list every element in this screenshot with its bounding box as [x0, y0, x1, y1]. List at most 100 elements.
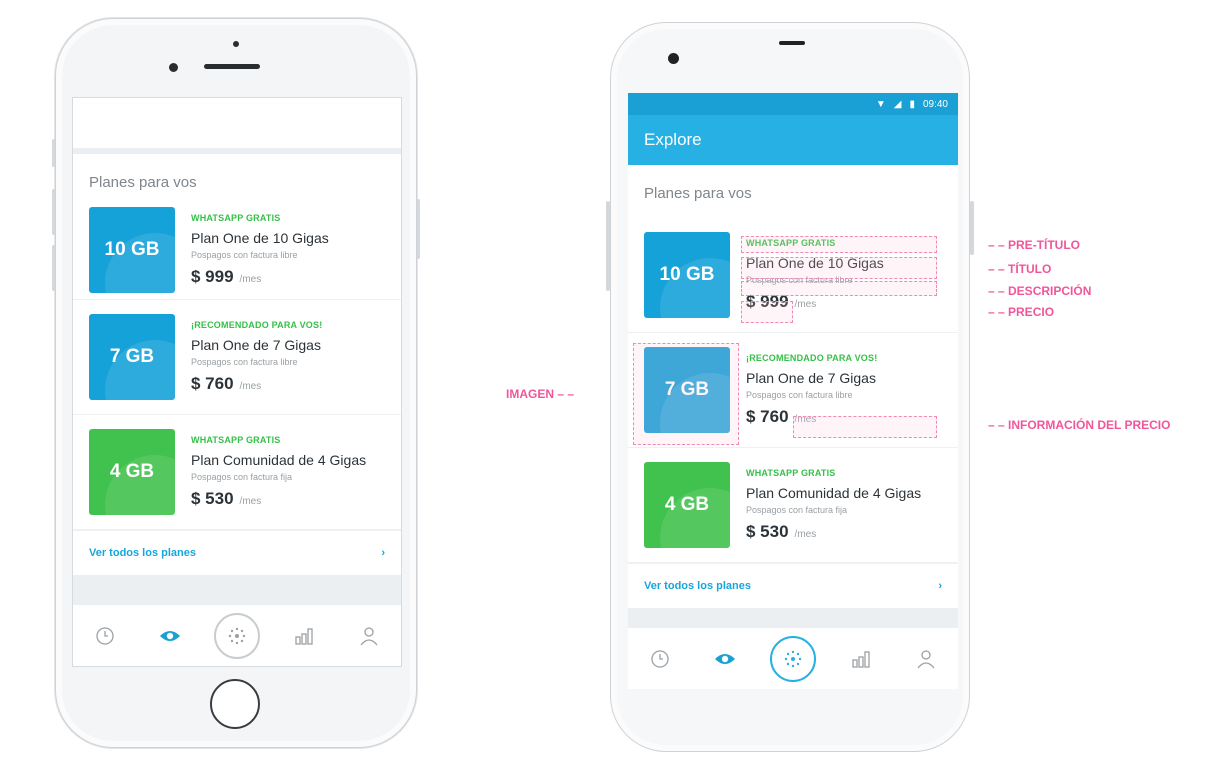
power-button: [970, 201, 974, 255]
dots-hub-icon: [784, 650, 802, 667]
plan-title: Plan One de 7 Gigas: [746, 370, 876, 386]
section-title: Planes para vos: [644, 185, 752, 202]
volume-button: [606, 201, 610, 291]
plan-tile-label: 4 GB: [664, 494, 710, 515]
eye-icon: [715, 653, 736, 664]
plan-item[interactable]: 10 GB WHATSAPP GRATIS Plan One de 10 Gig…: [73, 201, 401, 300]
chevron-right-icon: ›: [938, 580, 942, 592]
tab-center-action[interactable]: [769, 635, 816, 682]
see-all-label: Ver todos los planes: [89, 547, 196, 559]
status-time: 09:40: [922, 98, 948, 110]
plan-pretitle: WHATSAPP GRATIS: [191, 435, 281, 445]
iphone-screen: Planes para vos 10 GB WHATSAPP GRATIS Pl…: [72, 97, 402, 667]
plan-price-row: $ 760 /mes: [191, 374, 385, 394]
volume-up-button: [52, 189, 55, 235]
plan-image: 10 GB: [89, 207, 175, 293]
plan-title: Plan One de 10 Gigas: [191, 230, 329, 246]
plan-image: 4 GB: [644, 462, 730, 548]
plan-item[interactable]: 4 GB WHATSAPP GRATIS Plan Comunidad de 4…: [73, 415, 401, 530]
plan-description: Pospagos con factura libre: [746, 390, 853, 400]
price-highlight: [741, 301, 793, 323]
plan-period: /mes: [239, 381, 262, 392]
annotation-price-info: – – INFORMACIÓN DEL PRECIO: [988, 418, 1171, 432]
clock-icon: [651, 649, 670, 668]
plans-card: Planes para vos 10 GB WHATSAPP GRATIS Pl…: [73, 154, 401, 575]
plan-info: WHATSAPP GRATIS Plan Comunidad de 4 Giga…: [746, 468, 942, 542]
plan-period: /mes: [239, 496, 262, 507]
plan-description: Pospagos con factura fija: [746, 505, 848, 515]
plan-price: $ 530: [191, 489, 234, 508]
plan-price-row: $ 530 /mes: [746, 522, 942, 542]
power-button: [417, 199, 420, 259]
plan-period: /mes: [794, 299, 817, 310]
status-bar: ▼ ◢ ▮ 09:40: [628, 93, 958, 115]
front-camera: [169, 63, 178, 72]
user-icon: [360, 626, 378, 645]
see-all-label: Ver todos los planes: [644, 580, 751, 592]
tab-explore[interactable]: [705, 639, 745, 679]
tab-profile[interactable]: [349, 616, 389, 656]
tab-stats[interactable]: [284, 616, 324, 656]
tab-explore[interactable]: [150, 616, 190, 656]
tab-stats[interactable]: [841, 639, 881, 679]
bar-chart-icon: [295, 627, 314, 645]
section-title: Planes para vos: [89, 174, 197, 191]
mute-switch: [52, 139, 55, 167]
home-button[interactable]: [210, 679, 260, 729]
annotation-title: – – TÍTULO: [988, 262, 1052, 276]
plan-period: /mes: [794, 529, 817, 540]
tab-history[interactable]: [640, 639, 680, 679]
see-all-plans-link[interactable]: Ver todos los planes ›: [628, 563, 958, 608]
tab-bar: [73, 604, 401, 666]
plan-price: $ 999: [191, 267, 234, 286]
description-highlight: [741, 281, 937, 296]
annotation-pretitle: – – PRE-TÍTULO: [988, 238, 1081, 252]
plan-image: 10 GB: [644, 232, 730, 318]
top-blank-area: [73, 98, 401, 148]
price-info-highlight: [793, 416, 937, 438]
plan-pretitle: WHATSAPP GRATIS: [746, 468, 836, 478]
stage: Planes para vos 10 GB WHATSAPP GRATIS Pl…: [0, 0, 1224, 774]
plan-price: $ 530: [746, 522, 789, 541]
see-all-plans-link[interactable]: Ver todos los planes ›: [73, 530, 401, 575]
earpiece-speaker: [204, 64, 260, 69]
plan-price-row: $ 530 /mes: [191, 489, 385, 509]
plan-item[interactable]: 7 GB ¡RECOMENDADO PARA VOS! Plan One de …: [73, 300, 401, 415]
plan-price: $ 760: [746, 407, 789, 426]
front-camera: [668, 53, 679, 64]
volume-down-button: [52, 245, 55, 291]
title-highlight: [741, 257, 937, 279]
wifi-icon: ▼: [875, 98, 886, 110]
plan-title: Plan Comunidad de 4 Gigas: [746, 485, 922, 501]
user-icon: [917, 649, 935, 668]
plan-description: Pospagos con factura libre: [191, 357, 298, 367]
bar-chart-icon: [852, 650, 870, 668]
plan-pretitle: WHATSAPP GRATIS: [191, 213, 281, 223]
dots-hub-icon: [228, 627, 246, 644]
battery-icon: ▮: [909, 98, 915, 110]
app-bar: Explore: [628, 115, 958, 165]
plan-pretitle: ¡RECOMENDADO PARA VOS!: [191, 320, 323, 330]
annotation-price: – – PRECIO: [988, 305, 1055, 319]
tab-bar: [628, 627, 958, 689]
plan-price-row: $ 999 /mes: [191, 267, 385, 287]
plan-price: $ 760: [191, 374, 234, 393]
tab-profile[interactable]: [906, 639, 946, 679]
image-highlight: [633, 343, 739, 445]
app-bar-title: Explore: [644, 130, 702, 149]
plan-tile-label: 10 GB: [104, 239, 160, 260]
plan-tile-label: 4 GB: [109, 461, 155, 482]
tab-history[interactable]: [85, 616, 125, 656]
annotation-description: – – DESCRIPCIÓN: [988, 284, 1092, 298]
plan-title: Plan One de 7 Gigas: [191, 337, 321, 353]
plan-info: WHATSAPP GRATIS Plan Comunidad de 4 Giga…: [191, 435, 385, 509]
plan-pretitle: ¡RECOMENDADO PARA VOS!: [746, 353, 878, 363]
tab-center-action[interactable]: [213, 612, 260, 659]
eye-icon: [159, 630, 180, 641]
plan-image: 7 GB: [89, 314, 175, 400]
plan-image: 4 GB: [89, 429, 175, 515]
iphone-mockup: Planes para vos 10 GB WHATSAPP GRATIS Pl…: [52, 18, 420, 748]
plan-info: ¡RECOMENDADO PARA VOS! Plan One de 7 Gig…: [191, 320, 385, 394]
plan-tile-label: 10 GB: [659, 264, 715, 285]
plan-item[interactable]: 4 GB WHATSAPP GRATIS Plan Comunidad de 4…: [628, 448, 958, 563]
